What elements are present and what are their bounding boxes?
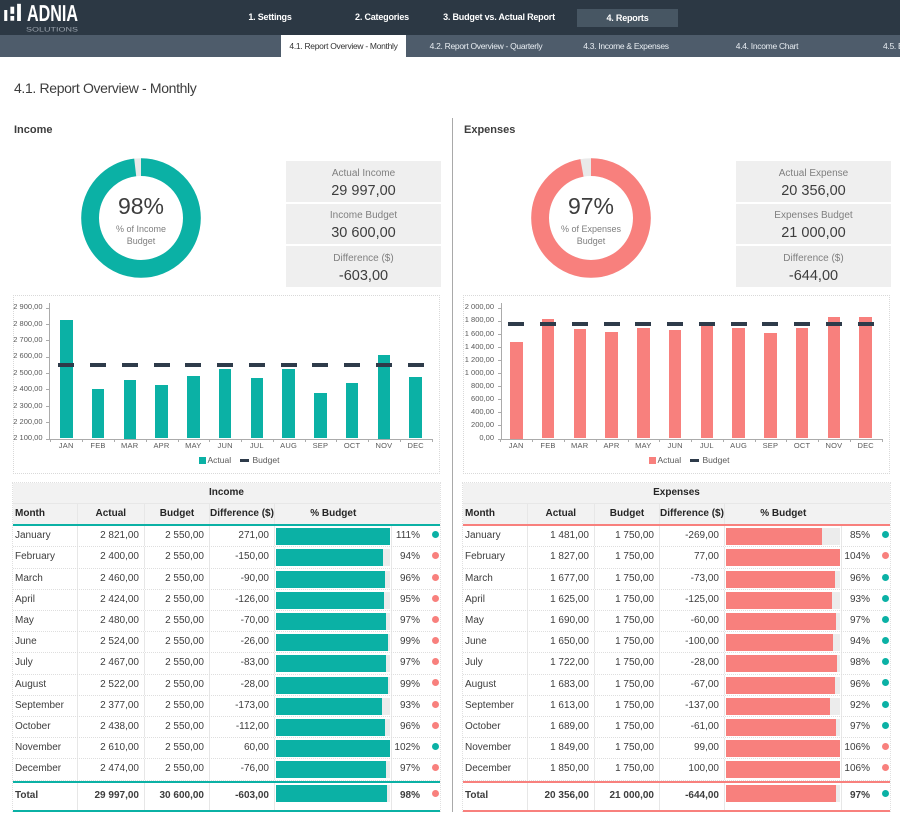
svg-text:ADNIA: ADNIA [27, 0, 78, 26]
svg-text:SOLUTIONS: SOLUTIONS [26, 27, 79, 34]
